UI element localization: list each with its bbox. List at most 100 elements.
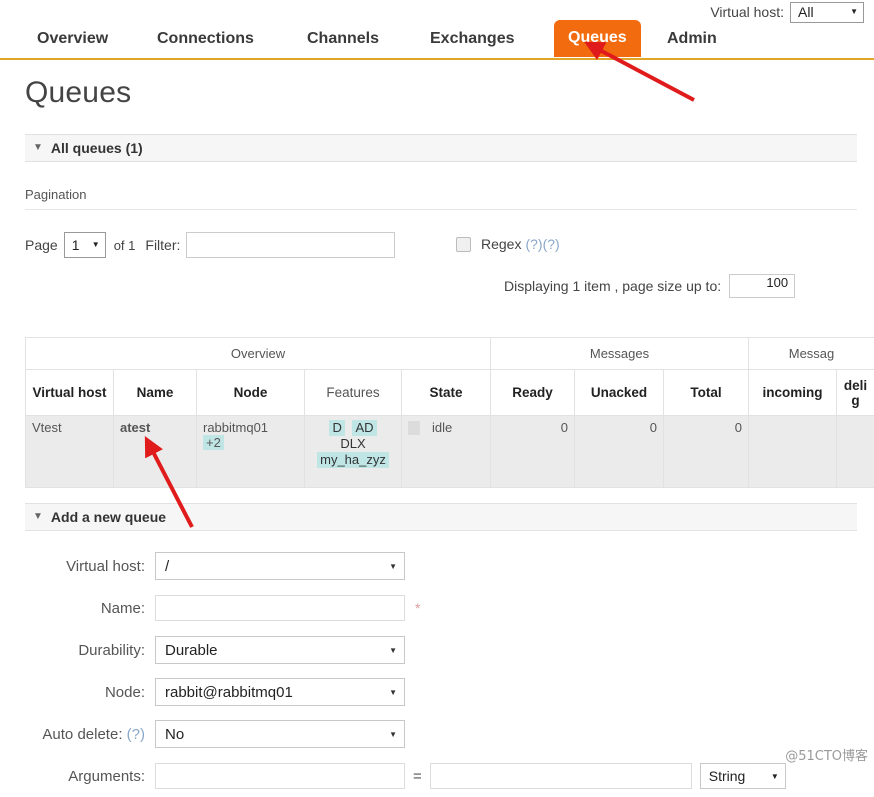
col-incoming[interactable]: incoming [749, 370, 837, 416]
chevron-down-icon: ▼ [771, 772, 779, 781]
chevron-down-icon: ▼ [850, 8, 858, 16]
page-title: Queues [25, 76, 131, 110]
cell-node: rabbitmq01 +2 [197, 416, 305, 488]
label-name: Name: [0, 600, 155, 617]
collapse-triangle-icon[interactable]: ▼ [33, 143, 43, 153]
table-row[interactable]: Vtest atest rabbitmq01 +2 D AD DLX my_ha… [26, 416, 874, 488]
main-nav: Overview Connections Channels Exchanges … [0, 18, 874, 60]
node-select[interactable]: rabbit@rabbitmq01 ▼ [155, 678, 405, 706]
state-indicator-icon [408, 421, 420, 435]
nav-item-channels[interactable]: Channels [295, 25, 391, 53]
durability-select-value: Durable [165, 642, 218, 659]
cell-virtual-host: Vtest [26, 416, 114, 488]
add-queue-form: Virtual host: / ▼ Name: * Durability: Du… [0, 545, 874, 797]
form-row-node: Node: rabbit@rabbitmq01 ▼ [0, 671, 874, 713]
cell-total: 0 [664, 416, 749, 488]
page-label: Page [25, 237, 58, 253]
cell-incoming [749, 416, 837, 488]
regex-option: Regex (?)(?) [456, 236, 560, 252]
form-row-arguments: Arguments: = String ▼ [0, 755, 874, 797]
regex-help-icon[interactable]: (?)(?) [525, 236, 559, 252]
feature-tag-dlx: DLX [337, 436, 368, 452]
regex-label: Regex [481, 236, 521, 252]
add-queue-section-label: Add a new queue [51, 509, 166, 525]
label-durability: Durability: [0, 642, 155, 659]
chevron-down-icon: ▼ [92, 241, 100, 249]
form-row-auto-delete: Auto delete: (?) No ▼ [0, 713, 874, 755]
auto-delete-help-icon[interactable]: (?) [127, 726, 145, 743]
col-node[interactable]: Node [197, 370, 305, 416]
cell-ready: 0 [491, 416, 575, 488]
cell-name[interactable]: atest [114, 416, 197, 488]
col-total[interactable]: Total [664, 370, 749, 416]
collapse-triangle-icon[interactable]: ▼ [33, 512, 43, 522]
nav-item-exchanges[interactable]: Exchanges [418, 25, 526, 53]
label-auto-delete: Auto delete: (?) [0, 726, 155, 743]
nav-item-queues[interactable]: Queues [554, 20, 641, 57]
col-features[interactable]: Features [305, 370, 402, 416]
label-virtual-host: Virtual host: [0, 558, 155, 575]
regex-checkbox[interactable] [456, 237, 471, 252]
cell-deliver-get [837, 416, 874, 488]
displaying-text: Displaying 1 item , page size up to: [504, 278, 721, 294]
cell-state: idle [402, 416, 491, 488]
required-asterisk: * [415, 600, 420, 616]
argument-type-select[interactable]: String ▼ [700, 763, 786, 789]
add-queue-section-header[interactable]: ▼ Add a new queue [25, 503, 857, 531]
argument-equals-sign: = [413, 768, 422, 785]
argument-value-input[interactable] [430, 763, 692, 789]
col-state[interactable]: State [402, 370, 491, 416]
all-queues-section-header[interactable]: ▼ All queues (1) [25, 134, 857, 162]
feature-tag-policy: my_ha_zyz [317, 452, 389, 468]
of-pages-label: of 1 [114, 238, 136, 253]
group-header-messages: Messages [491, 338, 749, 370]
label-arguments: Arguments: [0, 768, 155, 785]
state-text: idle [432, 420, 452, 435]
filter-input[interactable] [186, 232, 395, 258]
chevron-down-icon: ▼ [389, 688, 397, 697]
cell-features: D AD DLX my_ha_zyz [305, 416, 402, 488]
col-unacked[interactable]: Unacked [575, 370, 664, 416]
node-name: rabbitmq01 [203, 420, 268, 435]
feature-tag-ad: AD [352, 420, 376, 436]
col-virtual-host[interactable]: Virtual host [26, 370, 114, 416]
queue-name-input[interactable] [155, 595, 405, 621]
page-select[interactable]: 1 ▼ [64, 232, 106, 258]
argument-key-input[interactable] [155, 763, 405, 789]
queues-table: Overview Messages Messag Virtual host Na… [25, 337, 874, 488]
pagination-label: Pagination [25, 187, 86, 202]
displaying-summary: Displaying 1 item , page size up to: 100 [504, 274, 795, 298]
node-extra-tag: +2 [203, 435, 224, 450]
group-header-overview: Overview [26, 338, 491, 370]
label-auto-delete-text: Auto delete: [42, 726, 122, 743]
table-column-header-row: Virtual host Name Node Features State Re… [26, 370, 874, 416]
chevron-down-icon: ▼ [389, 562, 397, 571]
nav-item-overview[interactable]: Overview [25, 25, 120, 53]
argument-type-value: String [709, 768, 746, 784]
page-select-value: 1 [72, 237, 80, 253]
col-ready[interactable]: Ready [491, 370, 575, 416]
form-row-name: Name: * [0, 587, 874, 629]
nav-item-admin[interactable]: Admin [655, 25, 729, 53]
form-row-virtual-host: Virtual host: / ▼ [0, 545, 874, 587]
label-node: Node: [0, 684, 155, 701]
all-queues-section-label: All queues (1) [51, 140, 143, 156]
virtual-host-select[interactable]: / ▼ [155, 552, 405, 580]
table-group-header-row: Overview Messages Messag [26, 338, 874, 370]
nav-item-connections[interactable]: Connections [145, 25, 266, 53]
page-size-input[interactable]: 100 [729, 274, 795, 298]
queue-name-link[interactable]: atest [120, 420, 150, 435]
durability-select[interactable]: Durable ▼ [155, 636, 405, 664]
pagination-divider [25, 209, 857, 210]
feature-tag-d: D [329, 420, 344, 436]
filter-label: Filter: [145, 237, 180, 253]
virtual-host-select-value: / [165, 558, 169, 575]
col-name[interactable]: Name [114, 370, 197, 416]
auto-delete-select-value: No [165, 726, 184, 743]
node-select-value: rabbit@rabbitmq01 [165, 684, 293, 701]
auto-delete-select[interactable]: No ▼ [155, 720, 405, 748]
group-header-message-rates: Messag [749, 338, 874, 370]
col-deliver-get[interactable]: delig [837, 370, 874, 416]
chevron-down-icon: ▼ [389, 646, 397, 655]
watermark: @51CTO博客 [785, 745, 868, 764]
